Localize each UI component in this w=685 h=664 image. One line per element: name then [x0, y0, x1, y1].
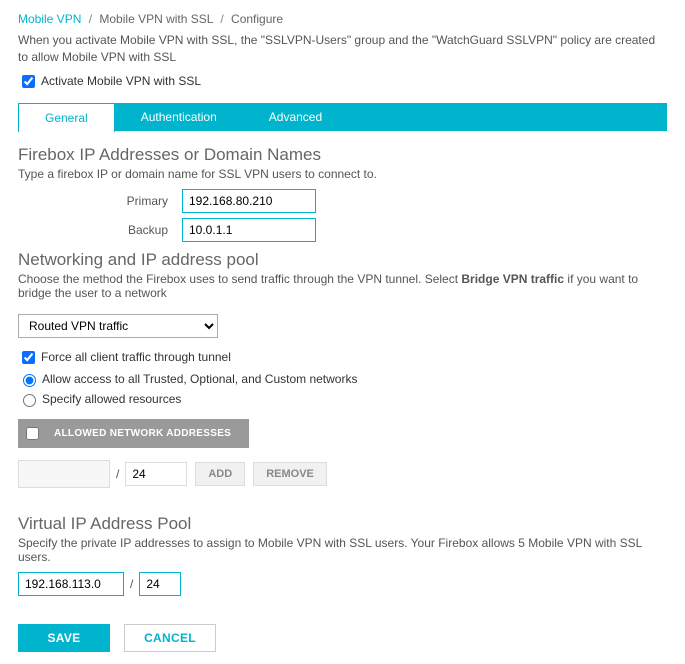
breadcrumb-part3: Configure — [231, 12, 283, 26]
traffic-mode-select[interactable]: Routed VPN traffic — [18, 314, 218, 338]
allowed-network-input — [18, 460, 110, 488]
cancel-button[interactable]: CANCEL — [124, 624, 216, 652]
breadcrumb-separator: / — [85, 12, 96, 26]
activate-label: Activate Mobile VPN with SSL — [41, 74, 201, 88]
primary-label: Primary — [18, 194, 182, 208]
save-button[interactable]: SAVE — [18, 624, 110, 652]
force-tunnel-checkbox[interactable] — [22, 351, 35, 364]
activate-checkbox[interactable] — [22, 75, 35, 88]
breadcrumb-part2: Mobile VPN with SSL — [99, 12, 213, 26]
intro-text: When you activate Mobile VPN with SSL, t… — [18, 32, 667, 66]
allowed-prefix-input[interactable] — [125, 462, 187, 486]
breadcrumb: Mobile VPN / Mobile VPN with SSL / Confi… — [18, 12, 667, 26]
breadcrumb-link-mobile-vpn[interactable]: Mobile VPN — [18, 12, 81, 26]
allowed-header-title: ALLOWED NETWORK ADDRESSES — [46, 419, 249, 448]
cidr-slash: / — [130, 577, 133, 591]
remove-button[interactable]: REMOVE — [253, 462, 327, 486]
tab-authentication[interactable]: Authentication — [115, 103, 243, 131]
allow-all-radio[interactable] — [23, 374, 36, 387]
force-tunnel-label: Force all client traffic through tunnel — [41, 350, 231, 364]
tab-advanced[interactable]: Advanced — [243, 103, 348, 131]
firebox-title: Firebox IP Addresses or Domain Names — [18, 145, 667, 165]
add-button[interactable]: ADD — [195, 462, 245, 486]
virtual-subtitle: Specify the private IP addresses to assi… — [18, 536, 667, 564]
primary-input[interactable] — [182, 189, 316, 213]
networking-title: Networking and IP address pool — [18, 250, 667, 270]
tab-bar: General Authentication Advanced — [18, 103, 667, 131]
backup-input[interactable] — [182, 218, 316, 242]
specify-resources-radio[interactable] — [23, 394, 36, 407]
virtual-prefix-input[interactable] — [139, 572, 181, 596]
virtual-title: Virtual IP Address Pool — [18, 514, 667, 534]
firebox-subtitle: Type a firebox IP or domain name for SSL… — [18, 167, 667, 181]
specify-resources-label: Specify allowed resources — [42, 392, 181, 406]
allowed-network-table: ALLOWED NETWORK ADDRESSES — [18, 419, 249, 448]
allow-all-label: Allow access to all Trusted, Optional, a… — [42, 372, 357, 386]
cidr-slash: / — [116, 467, 119, 481]
allowed-select-all-checkbox[interactable] — [26, 427, 39, 440]
backup-label: Backup — [18, 223, 182, 237]
networking-subtitle: Choose the method the Firebox uses to se… — [18, 272, 667, 300]
breadcrumb-separator: / — [216, 12, 227, 26]
tab-general[interactable]: General — [18, 103, 115, 132]
virtual-ip-input[interactable] — [18, 572, 124, 596]
